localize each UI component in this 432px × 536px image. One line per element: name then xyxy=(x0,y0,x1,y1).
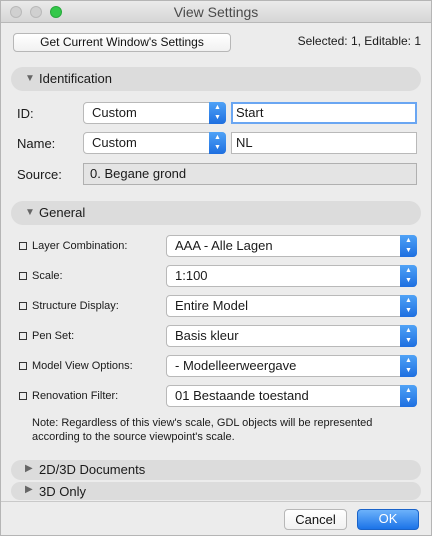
layers-icon xyxy=(19,242,27,250)
layer-combination-select[interactable]: AAA - Alle Lagen ▲ ▼ xyxy=(166,235,417,257)
scale-select[interactable]: 1:100 ▲ ▼ xyxy=(166,265,417,287)
id-label: ID: xyxy=(17,106,34,121)
chevron-updown-icon: ▲ ▼ xyxy=(400,385,417,407)
pen-icon xyxy=(19,332,27,340)
model-view-options-select[interactable]: - Modelleerweergave ▲ ▼ xyxy=(166,355,417,377)
section-label: 2D/3D Documents xyxy=(39,462,146,477)
name-mode-value: Custom xyxy=(92,135,137,150)
model-view-options-value: - Modelleerweergave xyxy=(175,358,297,373)
chevron-updown-icon: ▲ ▼ xyxy=(400,295,417,317)
footer-divider xyxy=(1,501,431,502)
model-view-options-label: Model View Options: xyxy=(19,360,133,372)
scale-icon xyxy=(19,272,27,280)
chevron-updown-icon: ▲ ▼ xyxy=(400,325,417,347)
chevron-updown-icon: ▲ ▼ xyxy=(400,235,417,257)
pen-set-select[interactable]: Basis kleur ▲ ▼ xyxy=(166,325,417,347)
pen-set-value: Basis kleur xyxy=(175,328,239,343)
id-field[interactable]: Start xyxy=(231,102,417,124)
renovation-filter-value: 01 Bestaande toestand xyxy=(175,388,309,403)
ok-button[interactable]: OK xyxy=(357,509,419,530)
structure-display-label: Structure Display: xyxy=(19,300,119,312)
get-current-window-settings-button[interactable]: Get Current Window's Settings xyxy=(13,33,231,52)
id-mode-value: Custom xyxy=(92,105,137,120)
name-field[interactable]: NL xyxy=(231,132,417,154)
scale-value: 1:100 xyxy=(175,268,208,283)
disclosure-open-icon: ▼ xyxy=(25,73,35,84)
section-2d-3d-documents[interactable]: ▶ 2D/3D Documents xyxy=(11,460,421,480)
renovation-icon xyxy=(19,392,27,400)
scale-label: Scale: xyxy=(19,270,63,282)
section-3d-only[interactable]: ▶ 3D Only xyxy=(11,482,421,500)
section-label: General xyxy=(39,205,86,220)
title-bar: View Settings xyxy=(1,1,431,23)
layer-combination-label: Layer Combination: xyxy=(19,240,127,252)
chevron-updown-icon: ▲ ▼ xyxy=(209,102,226,124)
model-view-icon xyxy=(19,362,27,370)
section-identification[interactable]: ▼ Identification xyxy=(11,67,421,91)
chevron-updown-icon: ▲ ▼ xyxy=(400,355,417,377)
structure-display-select[interactable]: Entire Model ▲ ▼ xyxy=(166,295,417,317)
layer-combination-value: AAA - Alle Lagen xyxy=(175,238,273,253)
disclosure-open-icon: ▼ xyxy=(25,207,35,218)
name-label: Name: xyxy=(17,136,56,151)
window-title: View Settings xyxy=(173,4,259,20)
id-mode-select[interactable]: Custom ▲ ▼ xyxy=(83,102,226,124)
section-general[interactable]: ▼ General xyxy=(11,201,421,225)
name-mode-select[interactable]: Custom ▲ ▼ xyxy=(83,132,226,154)
disclosure-closed-icon: ▶ xyxy=(25,463,33,474)
source-label: Source: xyxy=(17,167,62,182)
pen-set-label: Pen Set: xyxy=(19,330,74,342)
renovation-filter-label: Renovation Filter: xyxy=(19,390,118,402)
disclosure-closed-icon: ▶ xyxy=(25,484,33,495)
section-label: 3D Only xyxy=(39,484,86,499)
view-settings-window: View Settings Get Current Window's Setti… xyxy=(0,0,432,536)
structure-icon xyxy=(19,302,27,310)
chevron-updown-icon: ▲ ▼ xyxy=(209,132,226,154)
scale-note: Note: Regardless of this view's scale, G… xyxy=(32,417,373,443)
structure-display-value: Entire Model xyxy=(175,298,248,313)
selection-info: Selected: 1, Editable: 1 xyxy=(297,34,421,48)
source-field: 0. Begane grond xyxy=(83,163,417,185)
chevron-updown-icon: ▲ ▼ xyxy=(400,265,417,287)
cancel-button[interactable]: Cancel xyxy=(284,509,347,530)
section-label: Identification xyxy=(39,71,112,86)
renovation-filter-select[interactable]: 01 Bestaande toestand ▲ ▼ xyxy=(166,385,417,407)
